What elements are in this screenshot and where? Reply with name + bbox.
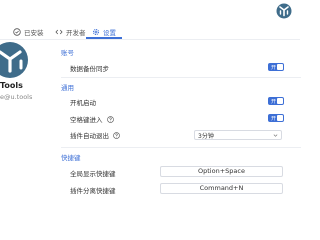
section-general-title: 通用 [61,84,74,92]
title-bar [0,0,300,22]
code-icon [55,29,63,35]
space-enter-label: 空格键进入 [70,116,103,124]
plugin-exit-label: 插件自动退出 [70,132,109,140]
tab-bar: 已安装 开发者 设置 [0,24,300,40]
plugin-exit-select[interactable]: 3分钟 [194,130,282,140]
detach-shortcut-input[interactable]: Command+N [160,183,283,194]
toggle-text: 开 [271,64,277,71]
toggle-text: 开 [271,98,277,105]
utools-logo-icon[interactable] [276,3,292,19]
plugin-exit-value: 3分钟 [198,132,214,140]
plugin-exit-row: 插件自动退出 [70,130,120,140]
detach-shortcut-label: 插件分离快捷键 [70,187,116,195]
autostart-label: 开机启动 [70,99,96,107]
tab-installed[interactable]: 已安装 [13,26,44,38]
global-shortcut-input[interactable]: Option+Space [160,166,283,177]
toggle-text: 开 [271,115,277,122]
autostart-toggle[interactable]: 开 [268,97,284,105]
tab-installed-label: 已安装 [24,29,44,37]
divider [61,77,301,78]
global-shortcut-label: 全局显示快捷键 [70,170,116,178]
data-sync-label: 数据备份同步 [70,65,109,73]
circle-check-icon [13,28,21,36]
user-name: Tools [0,81,23,90]
help-icon[interactable] [113,132,120,139]
divider [61,147,301,148]
tab-developer[interactable]: 开发者 [55,26,86,38]
help-icon[interactable] [106,116,114,123]
space-enter-row: 空格键进入 [70,114,114,124]
user-email: e@u.tools [0,93,33,101]
active-tab-indicator [86,37,122,39]
tab-developer-label: 开发者 [66,29,86,37]
gear-icon [92,28,100,36]
utools-logo-icon [0,42,28,78]
section-shortcuts-title: 快捷键 [61,154,81,162]
chevron-down-icon [273,134,278,137]
data-sync-toggle[interactable]: 开 [268,63,284,71]
tab-settings-label: 设置 [103,29,116,37]
section-account-title: 账号 [61,49,74,57]
space-enter-toggle[interactable]: 开 [268,114,284,122]
